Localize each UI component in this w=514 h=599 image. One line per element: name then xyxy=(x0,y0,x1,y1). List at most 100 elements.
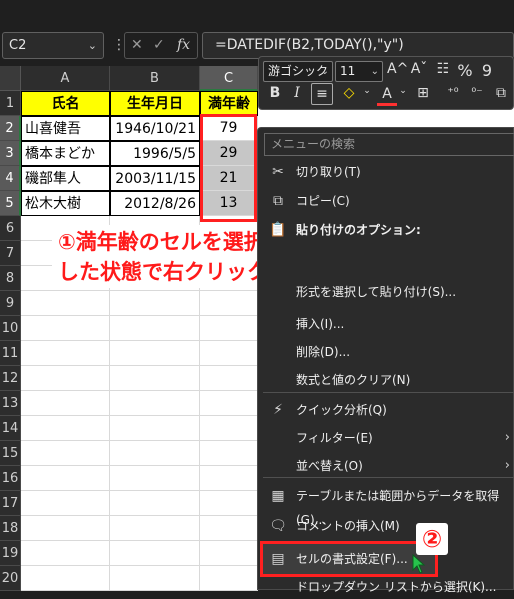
empty-cell[interactable] xyxy=(200,566,258,591)
percent-style-icon[interactable]: % xyxy=(455,61,475,80)
menu-item-7[interactable]: ⚡ クイック分析(Q) xyxy=(257,398,514,422)
format-painter-icon[interactable]: ☷ xyxy=(433,61,453,77)
insert-function-icon[interactable]: fx xyxy=(177,37,190,53)
chevron-down-icon[interactable]: ⌄ xyxy=(399,86,407,96)
header-cell-name[interactable]: 氏名 xyxy=(21,91,110,116)
empty-cell[interactable] xyxy=(21,391,110,416)
chevron-down-icon[interactable]: ⌄ xyxy=(88,33,97,58)
menu-item-9[interactable]: 並べ替え(O) › xyxy=(257,454,514,478)
header-cell-age[interactable]: 満年齢 xyxy=(200,91,258,116)
row-header-6[interactable]: 6 xyxy=(0,216,21,241)
menu-item-13[interactable]: ドロップダウン リストから選択(K)... xyxy=(257,575,514,599)
empty-cell[interactable] xyxy=(21,516,110,541)
row-header-4[interactable]: 4 xyxy=(0,166,21,191)
empty-cell[interactable] xyxy=(110,541,200,566)
empty-cell[interactable] xyxy=(200,416,258,441)
cancel-icon[interactable]: ✕ xyxy=(131,37,143,53)
cell-a2[interactable]: 山喜健吾 xyxy=(21,116,110,141)
select-all-corner[interactable] xyxy=(0,66,21,91)
empty-cell[interactable] xyxy=(21,491,110,516)
row-header-12[interactable]: 12 xyxy=(0,366,21,391)
empty-cell[interactable] xyxy=(200,516,258,541)
column-header-a[interactable]: A xyxy=(21,66,110,91)
row-header-15[interactable]: 15 xyxy=(0,441,21,466)
empty-cell[interactable] xyxy=(110,491,200,516)
empty-cell[interactable] xyxy=(110,416,200,441)
row-header-9[interactable]: 9 xyxy=(0,291,21,316)
row-header-20[interactable]: 20 xyxy=(0,566,21,591)
empty-cell[interactable] xyxy=(110,366,200,391)
cell-b5[interactable]: 2012/8/26 xyxy=(110,191,200,216)
grow-font-icon[interactable]: A^ xyxy=(387,61,408,77)
name-box[interactable]: C2 ⌄ xyxy=(2,32,104,59)
cell-a5[interactable]: 松木大樹 xyxy=(21,191,110,216)
cell-a3[interactable]: 橋本まどか xyxy=(21,141,110,166)
empty-cell[interactable] xyxy=(21,316,110,341)
empty-cell[interactable] xyxy=(21,341,110,366)
menu-item-10[interactable]: ▦ テーブルまたは範囲からデータを取得(G)... xyxy=(257,484,514,527)
merge-cells-icon[interactable]: ⧉ xyxy=(491,85,511,101)
empty-cell[interactable] xyxy=(110,391,200,416)
increase-decimal-icon[interactable]: ⁺⁰ xyxy=(443,85,463,99)
row-header-16[interactable]: 16 xyxy=(0,466,21,491)
menu-search-input[interactable]: メニューの検索 xyxy=(264,133,514,156)
row-header-14[interactable]: 14 xyxy=(0,416,21,441)
column-header-b[interactable]: B xyxy=(110,66,200,91)
row-header-10[interactable]: 10 xyxy=(0,316,21,341)
fill-color-icon[interactable]: ◇ xyxy=(339,85,359,101)
empty-cell[interactable] xyxy=(21,366,110,391)
menu-item-6[interactable]: 数式と値のクリア(N) xyxy=(257,368,514,392)
empty-cell[interactable] xyxy=(200,291,258,316)
menu-item-1[interactable]: ⧉ コピー(C) xyxy=(257,189,514,213)
empty-cell[interactable] xyxy=(21,441,110,466)
confirm-icon[interactable]: ✓ xyxy=(153,37,165,53)
menu-item-8[interactable]: フィルター(E) › xyxy=(257,426,514,450)
row-header-19[interactable]: 19 xyxy=(0,541,21,566)
empty-cell[interactable] xyxy=(200,441,258,466)
cell-b4[interactable]: 2003/11/15 xyxy=(110,166,200,191)
empty-cell[interactable] xyxy=(110,566,200,591)
empty-cell[interactable] xyxy=(200,391,258,416)
bold-icon[interactable]: B xyxy=(265,85,285,101)
row-header-5[interactable]: 5 xyxy=(0,191,21,216)
empty-cell[interactable] xyxy=(110,516,200,541)
empty-cell[interactable] xyxy=(110,466,200,491)
empty-cell[interactable] xyxy=(200,366,258,391)
row-header-18[interactable]: 18 xyxy=(0,516,21,541)
empty-cell[interactable] xyxy=(21,541,110,566)
row-header-13[interactable]: 13 xyxy=(0,391,21,416)
row-header-2[interactable]: 2 xyxy=(0,116,21,141)
cell-b2[interactable]: 1946/10/21 xyxy=(110,116,200,141)
empty-cell[interactable] xyxy=(200,466,258,491)
decrease-decimal-icon[interactable]: ⁰⁻ xyxy=(467,85,487,99)
empty-cell[interactable] xyxy=(200,316,258,341)
comma-style-icon[interactable]: 9 xyxy=(477,61,497,80)
menu-item-12[interactable]: ▤ セルの書式設定(F)... xyxy=(257,547,514,571)
row-header-11[interactable]: 11 xyxy=(0,341,21,366)
menu-item-5[interactable]: 削除(D)... xyxy=(257,340,514,364)
menu-item-3[interactable]: 形式を選択して貼り付け(S)... xyxy=(257,280,514,304)
header-cell-birth[interactable]: 生年月日 xyxy=(110,91,200,116)
empty-cell[interactable] xyxy=(110,341,200,366)
empty-cell[interactable] xyxy=(110,441,200,466)
empty-cell[interactable] xyxy=(110,291,200,316)
menu-item-0[interactable]: ✂ 切り取り(T) xyxy=(257,160,514,184)
shrink-font-icon[interactable]: Aˇ xyxy=(409,61,429,77)
cell-b3[interactable]: 1996/5/5 xyxy=(110,141,200,166)
row-header-17[interactable]: 17 xyxy=(0,491,21,516)
empty-cell[interactable] xyxy=(200,341,258,366)
menu-item-11[interactable]: 🗨 コメントの挿入(M) xyxy=(257,514,514,538)
menu-item-4[interactable]: 挿入(I)... xyxy=(257,312,514,336)
font-color-icon[interactable]: A xyxy=(377,85,397,106)
empty-cell[interactable] xyxy=(200,541,258,566)
empty-cell[interactable] xyxy=(21,466,110,491)
font-size-dropdown[interactable]: 11 ⌄ xyxy=(335,61,383,82)
italic-icon[interactable]: I xyxy=(287,85,307,101)
row-header-1[interactable]: 1 xyxy=(0,91,21,116)
empty-cell[interactable] xyxy=(21,416,110,441)
row-header-3[interactable]: 3 xyxy=(0,141,21,166)
cell-a4[interactable]: 磯部隼人 xyxy=(21,166,110,191)
row-header-7[interactable]: 7 xyxy=(0,241,21,266)
empty-cell[interactable] xyxy=(21,566,110,591)
empty-cell[interactable] xyxy=(21,291,110,316)
